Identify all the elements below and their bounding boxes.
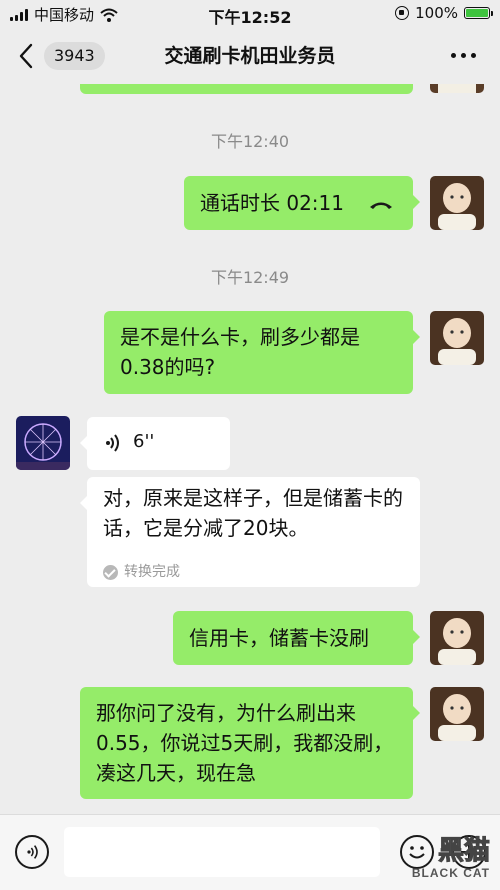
orientation-lock-icon [395, 6, 410, 20]
voice-message-bubble[interactable]: 6'' [80, 417, 230, 470]
previous-message-bubble[interactable] [80, 84, 413, 94]
chat-messages[interactable]: 下午12:40 通话时长 02:11 下午12:49 是不是什么卡，刷多少都是0… [0, 84, 500, 814]
status-bar: 中国移动 下午12:52 100% [0, 0, 500, 28]
my-avatar[interactable] [430, 84, 484, 93]
voice-transcript-panel[interactable]: 对，原来是这样子，但是储蓄卡的话，它是分减了20块。 转换完成 [80, 477, 420, 587]
transcript-status: 转换完成 [103, 557, 180, 587]
voice-wave-icon [106, 434, 119, 452]
chat-header: 3943 交通刷卡机田业务员 [0, 28, 500, 84]
message-input[interactable] [64, 827, 380, 877]
my-avatar[interactable] [430, 311, 484, 365]
more-options-icon[interactable] [451, 53, 476, 58]
check-circle-icon [103, 564, 118, 580]
phone-hangup-icon [370, 202, 393, 209]
chat-title: 交通刷卡机田业务员 [164, 45, 336, 67]
my-avatar[interactable] [430, 611, 484, 665]
battery-icon [464, 7, 493, 19]
input-bar: 黑猫 BLACK CAT [0, 814, 500, 890]
voice-input-button[interactable] [15, 835, 49, 869]
voice-duration: 6'' [133, 431, 155, 452]
timestamp: 下午12:40 [210, 132, 290, 151]
outgoing-message-bubble[interactable]: 是不是什么卡，刷多少都是0.38的吗? [104, 311, 420, 394]
outgoing-message-bubble[interactable]: 信用卡，储蓄卡没刷 [173, 611, 420, 665]
my-avatar[interactable] [430, 176, 484, 230]
watermark-logo: 黑猫 BLACK CAT [411, 836, 491, 881]
my-avatar[interactable] [430, 687, 484, 741]
call-duration-text: 通话时长 02:11 [200, 191, 344, 215]
battery-percent: 100% [415, 4, 458, 22]
voice-wave-icon [27, 845, 38, 859]
outgoing-message-bubble[interactable]: 那你问了没有，为什么刷出来0.55，你说过5天刷，我都没刷，凑这几天，现在急 [80, 687, 420, 799]
transcript-text: 对，原来是这样子，但是储蓄卡的话，它是分减了20块。 [103, 486, 403, 540]
contact-avatar[interactable] [16, 416, 70, 470]
timestamp: 下午12:49 [210, 268, 290, 287]
call-record-bubble[interactable]: 通话时长 02:11 [184, 176, 420, 230]
